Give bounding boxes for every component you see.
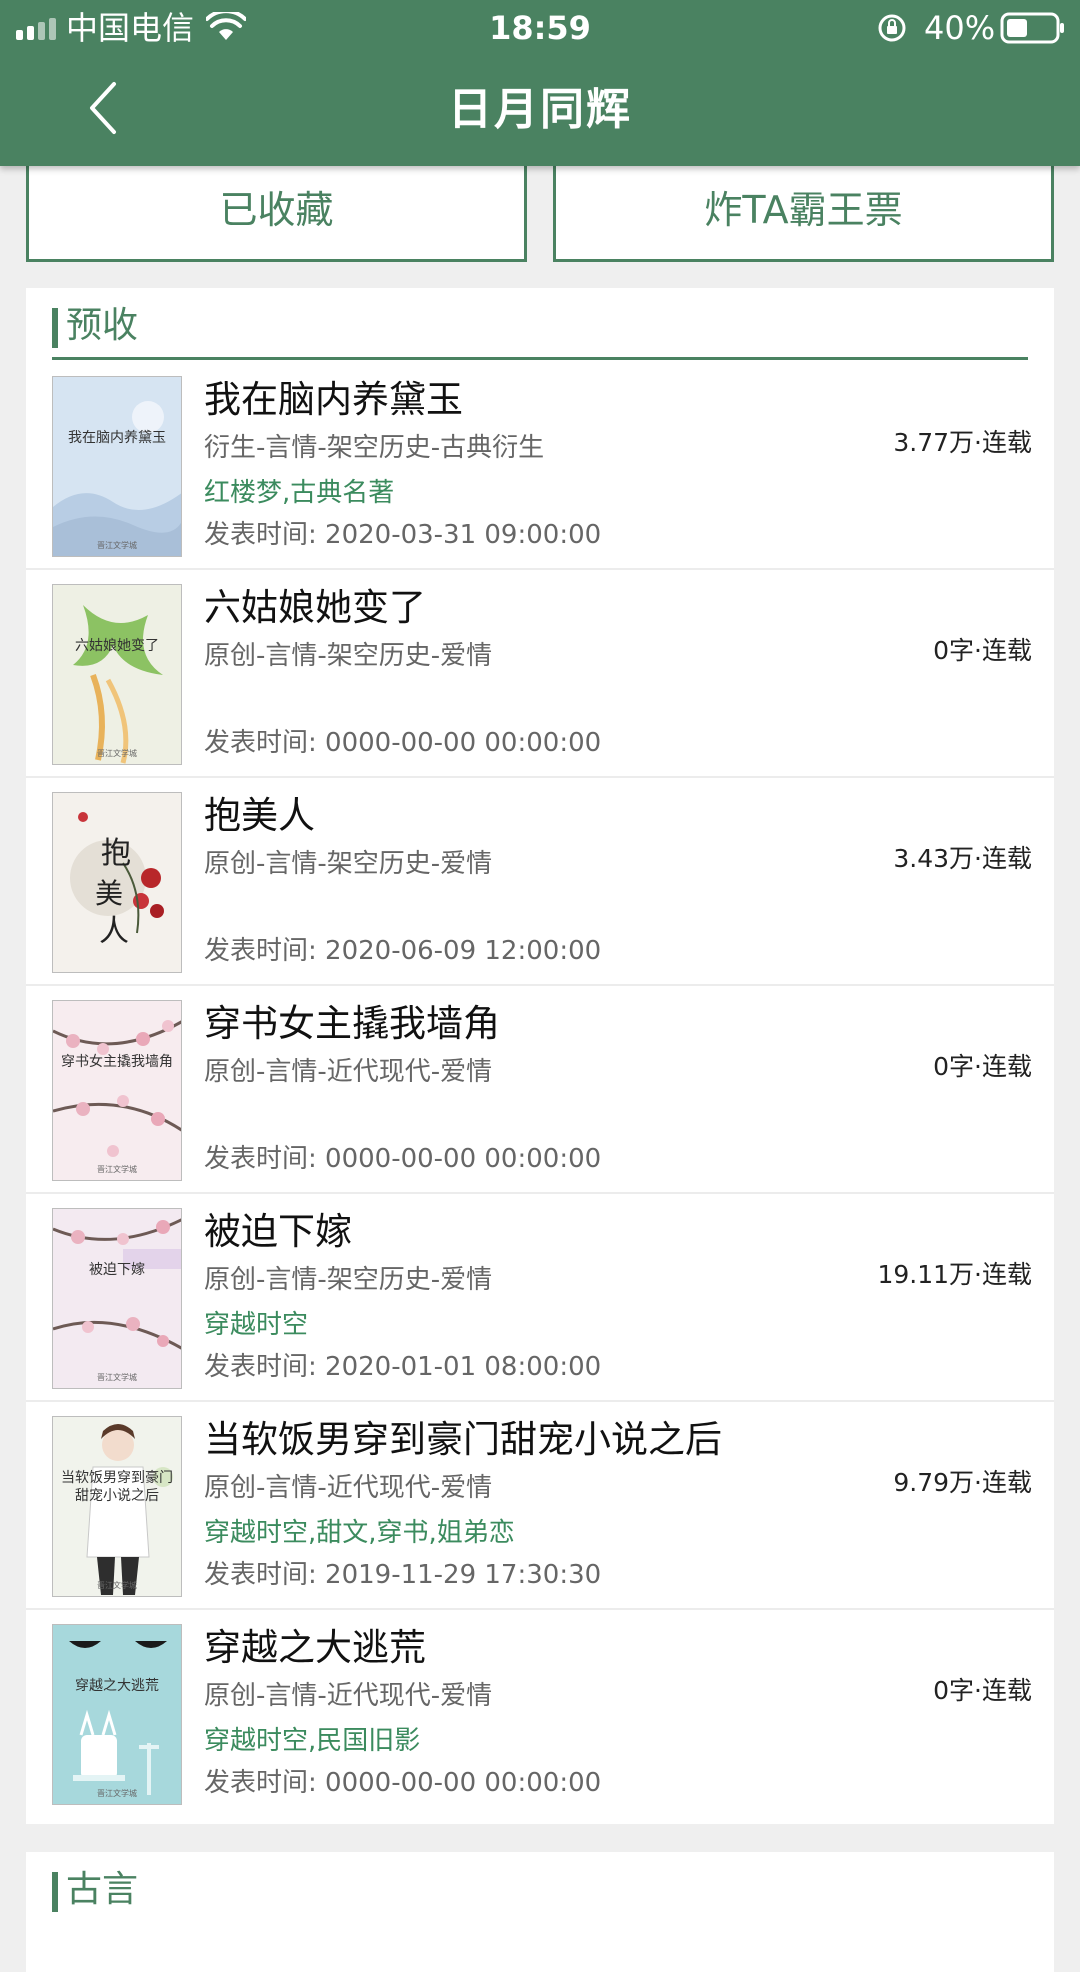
cover-title: 穿书女主撬我墙角 <box>61 1054 173 1070</box>
book-word-count-status: 0字·连载 <box>933 1052 1032 1081</box>
cover-art: 抱 美 人 <box>53 793 181 972</box>
book-publish-date: 发表时间: 2020-01-01 08:00:00 <box>204 1352 602 1382</box>
cover-art <box>53 585 181 764</box>
section-yushou: 预收 我在脑内养黛玉 晋江文学城 我在脑内养黛玉 衍生-言情-架空历史-古典衍生… <box>26 288 1054 1824</box>
battery-percent: 40% <box>924 9 996 47</box>
book-tags: 穿越时空,民国旧影 <box>204 1726 421 1756</box>
cover-calligraphy: 抱 <box>101 836 131 871</box>
book-tags: 红楼梦,古典名著 <box>204 478 395 508</box>
book-word-count-status: 3.77万·连载 <box>893 428 1032 457</box>
book-genre: 原创-言情-近代现代-爱情 <box>204 1057 493 1087</box>
cover-title: 六姑娘她变了 <box>75 638 159 654</box>
book-title[interactable]: 抱美人 <box>204 792 315 840</box>
cover-art <box>53 1209 181 1388</box>
vote-ticket-button[interactable]: 炸TA霸王票 <box>553 166 1054 262</box>
section-header: 预收 <box>26 288 1054 362</box>
book-cover[interactable]: 抱 美 人 <box>52 792 182 973</box>
book-cover[interactable]: 当软饭男穿到豪门甜宠小说之后 晋江文学城 <box>52 1416 182 1597</box>
book-publish-date: 发表时间: 0000-00-00 00:00:00 <box>204 728 602 758</box>
book-word-count-status: 9.79万·连载 <box>893 1468 1032 1497</box>
book-word-count-status: 19.11万·连载 <box>877 1260 1032 1289</box>
book-publish-date: 发表时间: 2020-03-31 09:00:00 <box>204 520 602 550</box>
book-cover[interactable]: 被迫下嫁 晋江文学城 <box>52 1208 182 1389</box>
rotation-lock-icon <box>878 14 906 42</box>
svg-text:美: 美 <box>95 877 123 910</box>
book-item[interactable]: 穿越之大逃荒 晋江文学城 穿越之大逃荒 原创-言情-近代现代-爱情 穿越时空,民… <box>26 1610 1054 1818</box>
book-cover[interactable]: 六姑娘她变了 晋江文学城 <box>52 584 182 765</box>
cover-art <box>53 1001 181 1180</box>
book-item[interactable]: 穿书女主撬我墙角 晋江文学城 穿书女主撬我墙角 原创-言情-近代现代-爱情 发表… <box>26 986 1054 1194</box>
book-publish-date: 发表时间: 2020-06-09 12:00:00 <box>204 936 602 966</box>
book-word-count-status: 3.43万·连载 <box>893 844 1032 873</box>
book-title[interactable]: 被迫下嫁 <box>204 1208 352 1256</box>
section-guyan: 古言 <box>26 1852 1054 1972</box>
book-publish-date: 发表时间: 2019-11-29 17:30:30 <box>204 1560 602 1590</box>
battery-icon <box>1000 12 1064 44</box>
book-cover[interactable]: 穿书女主撬我墙角 晋江文学城 <box>52 1000 182 1181</box>
book-genre: 原创-言情-近代现代-爱情 <box>204 1473 493 1503</box>
book-item[interactable]: 六姑娘她变了 晋江文学城 六姑娘她变了 原创-言情-架空历史-爱情 发表时间: … <box>26 570 1054 778</box>
book-genre: 衍生-言情-架空历史-古典衍生 <box>204 433 545 463</box>
cover-title: 穿越之大逃荒 <box>75 1678 159 1694</box>
book-title[interactable]: 穿书女主撬我墙角 <box>204 1000 500 1048</box>
book-cover[interactable]: 我在脑内养黛玉 晋江文学城 <box>52 376 182 557</box>
book-title[interactable]: 六姑娘她变了 <box>204 584 426 632</box>
book-list: 我在脑内养黛玉 晋江文学城 我在脑内养黛玉 衍生-言情-架空历史-古典衍生 红楼… <box>26 362 1054 1818</box>
favorited-button[interactable]: 已收藏 <box>26 166 527 262</box>
section-title: 预收 <box>66 305 139 346</box>
section-accent-bar <box>52 1872 58 1912</box>
svg-text:人: 人 <box>99 914 129 949</box>
cover-art <box>53 1417 181 1596</box>
section-title: 古言 <box>66 1869 139 1910</box>
cover-publisher: 晋江文学城 <box>97 1789 137 1798</box>
book-publish-date: 发表时间: 0000-00-00 00:00:00 <box>204 1768 602 1798</box>
cover-publisher: 晋江文学城 <box>97 1165 137 1174</box>
cover-title: 被迫下嫁 <box>89 1262 145 1278</box>
book-word-count-status: 0字·连载 <box>933 636 1032 665</box>
book-item[interactable]: 当软饭男穿到豪门甜宠小说之后 晋江文学城 当软饭男穿到豪门甜宠小说之后 原创-言… <box>26 1402 1054 1610</box>
book-cover[interactable]: 穿越之大逃荒 晋江文学城 <box>52 1624 182 1805</box>
book-publish-date: 发表时间: 0000-00-00 00:00:00 <box>204 1144 602 1174</box>
book-tags: 穿越时空,甜文,穿书,姐弟恋 <box>204 1518 515 1548</box>
cover-art <box>53 1625 181 1804</box>
section-header: 古言 <box>26 1852 1054 1926</box>
book-title[interactable]: 当软饭男穿到豪门甜宠小说之后 <box>204 1416 722 1464</box>
clock: 18:59 <box>489 9 591 47</box>
book-genre: 原创-言情-近代现代-爱情 <box>204 1681 493 1711</box>
book-tags: 穿越时空 <box>204 1310 309 1340</box>
cover-title: 我在脑内养黛玉 <box>68 430 166 446</box>
cover-publisher: 晋江文学城 <box>97 1581 137 1590</box>
cover-title: 当软饭男穿到豪门甜宠小说之后 <box>61 1470 173 1504</box>
cover-publisher: 晋江文学城 <box>97 749 137 758</box>
book-genre: 原创-言情-架空历史-爱情 <box>204 1265 493 1295</box>
section-divider <box>52 357 1028 360</box>
book-genre: 原创-言情-架空历史-爱情 <box>204 849 493 879</box>
book-item[interactable]: 我在脑内养黛玉 晋江文学城 我在脑内养黛玉 衍生-言情-架空历史-古典衍生 红楼… <box>26 362 1054 570</box>
page-title: 日月同辉 <box>448 84 632 135</box>
book-genre: 原创-言情-架空历史-爱情 <box>204 641 493 671</box>
section-accent-bar <box>52 308 58 348</box>
book-title[interactable]: 穿越之大逃荒 <box>204 1624 426 1672</box>
status-bar: 中国电信 18:59 40% <box>0 0 1080 56</box>
book-word-count-status: 0字·连载 <box>933 1676 1032 1705</box>
cover-art <box>53 377 181 556</box>
book-item[interactable]: 抱 美 人 抱美人 原创-言情-架空历史-爱情 发表时间: 2020-06-09… <box>26 778 1054 986</box>
app-header: 中国电信 18:59 40% 日月同辉 <box>0 0 1080 166</box>
book-title[interactable]: 我在脑内养黛玉 <box>204 376 463 424</box>
cover-publisher: 晋江文学城 <box>97 1373 137 1382</box>
book-item[interactable]: 被迫下嫁 晋江文学城 被迫下嫁 原创-言情-架空历史-爱情 穿越时空 发表时间:… <box>26 1194 1054 1402</box>
cover-publisher: 晋江文学城 <box>97 541 137 550</box>
